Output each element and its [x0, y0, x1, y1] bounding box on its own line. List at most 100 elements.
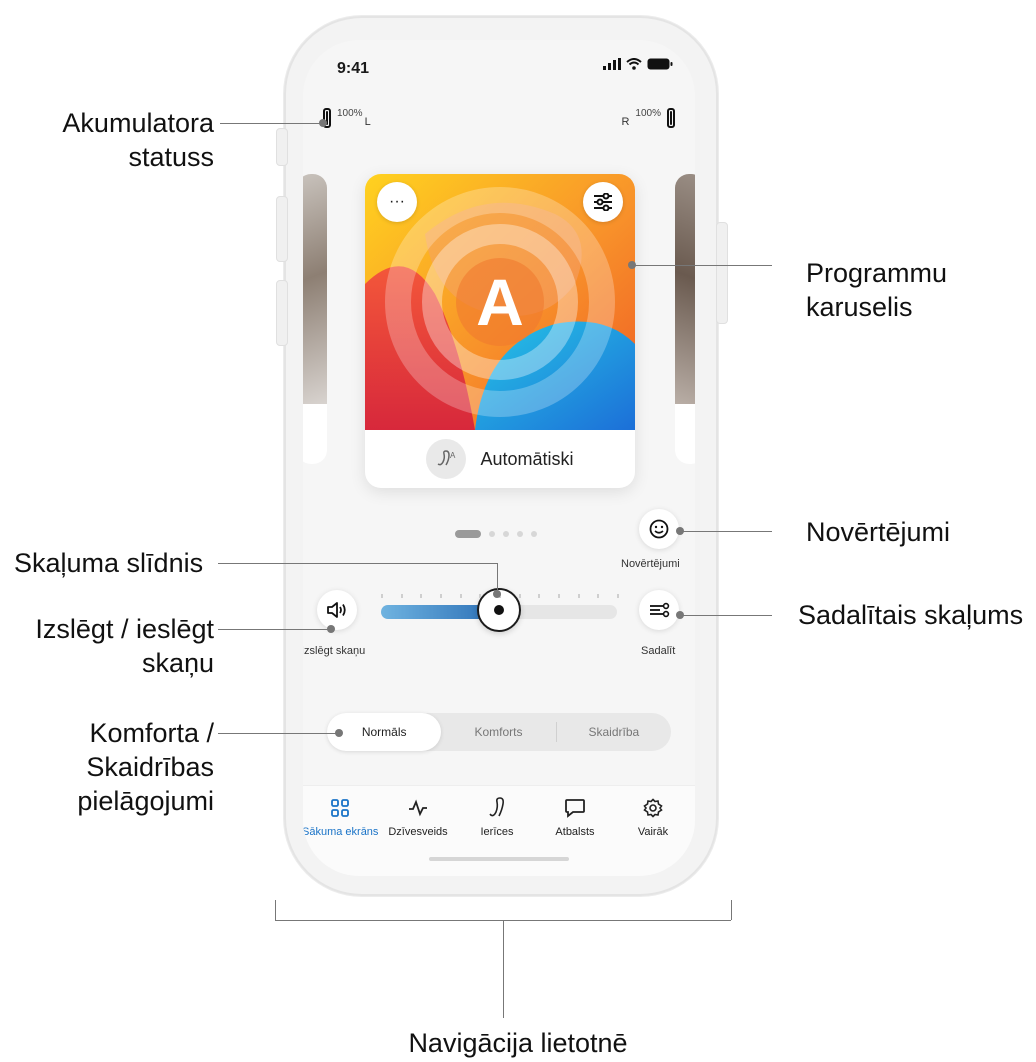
mute-label: Izslēgt skaņu: [303, 645, 366, 657]
volume-slider[interactable]: [381, 588, 619, 632]
battery-right: R 100%: [621, 108, 675, 128]
volume-tick: [577, 594, 580, 598]
volume-tick: [597, 594, 600, 598]
hearing-aid-icon: [459, 794, 535, 822]
annotation-ratings-dot: [676, 527, 684, 535]
sliders-icon: [594, 193, 612, 211]
carousel-card-previous[interactable]: [303, 174, 327, 464]
nav-devices-label: Ierīces: [480, 826, 514, 838]
sound-mode-segmented-control: Normāls Komforts Skaidrība: [327, 713, 671, 751]
volume-tick: [400, 594, 403, 598]
carousel-dot-4[interactable]: [517, 531, 523, 537]
carousel-dot-1[interactable]: [455, 530, 481, 538]
carousel-pagination: [455, 530, 537, 538]
annotation-ratings-line: [680, 531, 772, 532]
ratings-label: Novērtējumi: [621, 558, 680, 570]
annotation-mute-line: [218, 629, 330, 630]
program-menu-button[interactable]: ···: [377, 182, 417, 222]
split-volume-label: Sadalīt: [641, 645, 676, 657]
annotation-mute: Izslēgt / ieslēgt skaņu: [35, 614, 214, 678]
annotation-carousel-line: [632, 265, 772, 266]
nav-devices[interactable]: Ierīces: [459, 794, 535, 838]
nav-home-label: Sākuma ekrāns: [303, 826, 379, 838]
ellipsis-icon: ···: [389, 193, 405, 210]
speaker-icon: [327, 602, 346, 618]
carousel-dot-5[interactable]: [531, 531, 537, 537]
carousel-card-next[interactable]: [675, 174, 695, 464]
annotation-navigation: Navigācija lietotnē: [408, 1028, 628, 1058]
volume-tick: [381, 594, 383, 598]
sound-mode-normal[interactable]: Normāls: [327, 713, 442, 751]
battery-right-icon: [667, 108, 675, 128]
carousel-dot-2[interactable]: [489, 531, 495, 537]
volume-tick: [420, 594, 423, 598]
grid-icon: [303, 794, 378, 822]
nav-bracket-left: [275, 900, 276, 920]
chat-icon: [537, 794, 613, 822]
annotation-battery-dot: [319, 119, 327, 127]
nav-more-label: Vairāk: [637, 826, 669, 838]
program-card[interactable]: ··· A A Automātiski: [365, 174, 635, 488]
annotation-comfort-dot: [335, 729, 343, 737]
split-arrows-icon: [650, 602, 670, 618]
annotation-battery: Akumulatora statuss: [62, 108, 214, 172]
volume-tick: [440, 594, 442, 598]
annotation-carousel: Programmu karuselis: [806, 258, 948, 322]
phone-side-button-volume-down: [276, 280, 288, 346]
phone-side-button-volume-up: [276, 196, 288, 262]
app-screen: 9:41 100% L R 100% ··· A A Automātiski N…: [303, 40, 695, 876]
annotation-volume-slider-drop: [497, 563, 498, 593]
nav-more[interactable]: Vairāk: [615, 794, 691, 838]
carousel-dot-3[interactable]: [503, 531, 509, 537]
program-letter: A: [476, 265, 524, 339]
battery-left: 100% L: [323, 108, 371, 128]
carousel-card-previous-photo: [303, 174, 327, 404]
program-name: Automātiski: [480, 448, 574, 469]
mute-button[interactable]: [317, 590, 357, 630]
phone-side-button-power: [716, 222, 728, 324]
smiley-icon: [649, 519, 669, 539]
nav-lifestyle[interactable]: Dzīvesveids: [380, 794, 456, 838]
sound-mode-clarity[interactable]: Skaidrība: [557, 713, 671, 751]
annotation-volume-slider-line: [218, 563, 498, 564]
annotation-battery-line: [220, 123, 323, 124]
annotation-comfort-line: [218, 733, 338, 734]
phone-side-button-mute: [276, 128, 288, 166]
battery-left-percent: 100%: [337, 108, 363, 119]
battery-right-percent: 100%: [635, 108, 661, 119]
battery-right-side: R: [621, 116, 630, 128]
volume-tick: [518, 594, 521, 598]
nav-home[interactable]: Sākuma ekrāns: [303, 794, 378, 838]
cellular-signal-icon: [603, 58, 621, 70]
annotation-carousel-dot: [628, 261, 636, 269]
home-indicator: [429, 857, 569, 861]
annotation-split-dot: [676, 611, 684, 619]
svg-text:A: A: [450, 451, 456, 460]
ratings-button[interactable]: [639, 509, 679, 549]
status-time: 9:41: [337, 60, 370, 77]
carousel-card-next-photo: [675, 174, 695, 404]
program-settings-button[interactable]: [583, 182, 623, 222]
annotation-split-line: [680, 615, 772, 616]
annotation-volume-slider-dot: [493, 590, 501, 598]
nav-support-label: Atbalsts: [555, 826, 595, 838]
activity-icon: [380, 794, 456, 822]
nav-bracket-right: [731, 900, 732, 920]
hearing-aid-auto-icon: A: [426, 439, 467, 479]
annotation-volume-slider: Skaļuma slīdnis: [14, 548, 204, 578]
bottom-navigation: Sākuma ekrāns Dzīvesveids Ierīces Atbals…: [303, 785, 695, 876]
nav-bracket-stem: [503, 920, 504, 1018]
phone-battery-icon: [647, 58, 673, 70]
volume-tick: [617, 594, 619, 598]
gear-icon: [615, 794, 691, 822]
volume-tick: [479, 594, 482, 598]
nav-support[interactable]: Atbalsts: [537, 794, 613, 838]
program-card-footer: A Automātiski: [365, 430, 635, 488]
wifi-icon: [626, 58, 642, 70]
split-volume-button[interactable]: [639, 590, 679, 630]
volume-tick: [558, 594, 560, 598]
volume-tick: [538, 594, 541, 598]
battery-left-side: L: [364, 116, 371, 128]
annotation-mute-dot: [327, 625, 335, 633]
sound-mode-comfort[interactable]: Komforts: [441, 713, 555, 751]
